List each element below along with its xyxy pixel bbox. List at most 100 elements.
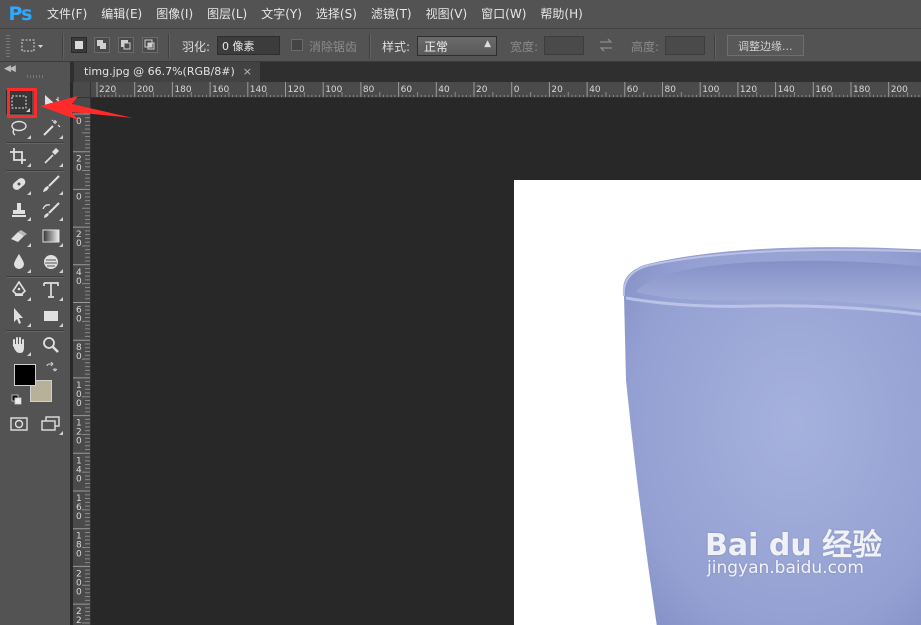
- ruler-label: 100: [702, 85, 719, 95]
- quick-mask-icon: [10, 417, 28, 431]
- hand-tool[interactable]: [6, 333, 32, 357]
- ruler-label: 60: [401, 85, 413, 95]
- height-input[interactable]: [665, 36, 705, 55]
- ruler-label: 2: [76, 616, 82, 625]
- crop-tool[interactable]: [6, 144, 32, 168]
- brush-tool[interactable]: [38, 172, 64, 196]
- options-separator: [168, 34, 170, 58]
- screen-mode-button[interactable]: [38, 412, 64, 436]
- ruler-label: 200: [891, 85, 908, 95]
- rectangle-shape-tool[interactable]: [38, 304, 64, 328]
- options-bar-grip[interactable]: [6, 35, 10, 57]
- ruler-label: 220: [99, 85, 116, 95]
- hand-icon: [12, 337, 24, 353]
- intersect-selection-button[interactable]: [142, 37, 158, 53]
- ruler-label: 80: [363, 85, 375, 95]
- ruler-label: 180: [174, 85, 191, 95]
- eyedropper-tool[interactable]: [38, 144, 64, 168]
- ruler-origin[interactable]: [73, 82, 91, 98]
- menu-layer[interactable]: 图层(L): [200, 0, 254, 28]
- lasso-icon: [11, 120, 27, 136]
- move-tool[interactable]: [38, 90, 64, 114]
- feather-input[interactable]: [217, 36, 280, 55]
- blur-icon: [14, 254, 24, 269]
- zoom-tool[interactable]: [38, 333, 64, 357]
- ruler-label: 40: [589, 85, 601, 95]
- document-tab-title: timg.jpg @ 66.7%(RGB/8#): [84, 65, 235, 78]
- ruler-label: 0: [76, 192, 82, 202]
- options-separator: [714, 34, 716, 58]
- tool-highlight-box: [7, 88, 37, 118]
- watermark-url: jingyan.baidu.com: [707, 558, 864, 578]
- ruler-label: 160: [212, 85, 229, 95]
- rectangle-shape-icon: [44, 311, 58, 321]
- ruler-label: 80: [665, 85, 677, 95]
- clone-stamp-tool[interactable]: [6, 198, 32, 222]
- ruler-label: 100: [325, 85, 342, 95]
- menu-view[interactable]: 视图(V): [419, 0, 475, 28]
- chevron-updown-icon: ▲︎: [484, 39, 491, 49]
- ruler-label: 0: [76, 277, 82, 287]
- type-tool[interactable]: [38, 278, 64, 302]
- horizontal-ruler[interactable]: 220 200 180 160 140 120 100 80 60 40 20 0 20 40 60 80 10…: [91, 82, 921, 98]
- menu-bar: Ps 文件(F) 编辑(E) 图像(I) 图层(L) 文字(Y) 选择(S) 滤…: [0, 0, 921, 28]
- menu-window[interactable]: 窗口(W): [474, 0, 533, 28]
- ruler-label: 60: [627, 85, 639, 95]
- foreground-color-swatch[interactable]: [14, 364, 36, 386]
- ruler-label: 20: [551, 85, 563, 95]
- menu-help[interactable]: 帮助(H): [533, 0, 589, 28]
- lasso-tool[interactable]: [6, 116, 32, 140]
- style-select-value: 正常: [424, 40, 449, 54]
- path-selection-tool[interactable]: [6, 304, 32, 328]
- ruler-label: 140: [250, 85, 267, 95]
- ruler-label: 0: [76, 352, 82, 362]
- ruler-label: 160: [815, 85, 832, 95]
- eyedropper-icon: [44, 148, 59, 164]
- gradient-tool[interactable]: [38, 224, 64, 248]
- ruler-label: 0: [76, 399, 82, 409]
- swap-width-height-icon[interactable]: [598, 38, 614, 55]
- default-colors-icon[interactable]: [11, 394, 23, 409]
- document-tab[interactable]: timg.jpg @ 66.7%(RGB/8#) ×: [74, 62, 260, 82]
- pen-tool[interactable]: [6, 278, 32, 302]
- new-selection-mode-button[interactable]: [71, 37, 87, 53]
- path-selection-icon: [14, 308, 23, 324]
- ruler-label: 0: [76, 164, 82, 174]
- spot-healing-tool[interactable]: [6, 172, 32, 196]
- zoom-icon: [43, 337, 59, 353]
- tool-group-separator: [6, 330, 64, 332]
- eraser-tool[interactable]: [6, 224, 32, 248]
- add-to-selection-button[interactable]: [94, 37, 110, 53]
- menu-file[interactable]: 文件(F): [40, 0, 94, 28]
- height-label: 高度:: [631, 40, 660, 54]
- ruler-label: 180: [853, 85, 870, 95]
- width-input[interactable]: [544, 36, 584, 55]
- magic-wand-icon: [43, 119, 61, 136]
- style-select[interactable]: 正常 ▲︎: [417, 36, 497, 56]
- ruler-label: 0: [76, 587, 82, 597]
- close-icon[interactable]: ×: [243, 65, 252, 78]
- subtract-from-selection-button[interactable]: [118, 37, 134, 53]
- width-label: 宽度:: [510, 40, 539, 54]
- menu-edit[interactable]: 编辑(E): [94, 0, 149, 28]
- swap-colors-icon[interactable]: [45, 361, 58, 377]
- tool-preset-picker[interactable]: [18, 35, 58, 57]
- menu-select[interactable]: 选择(S): [309, 0, 364, 28]
- marquee-preset-icon: [21, 39, 43, 52]
- menu-filter[interactable]: 滤镜(T): [364, 0, 419, 28]
- history-brush-tool[interactable]: [38, 198, 64, 222]
- ruler-label: 0: [514, 85, 520, 95]
- antialias-checkbox[interactable]: [291, 39, 303, 51]
- photoshop-logo: Ps: [8, 3, 33, 25]
- dodge-tool[interactable]: [38, 250, 64, 274]
- vertical-ruler[interactable]: 020020406080100120140160180200220: [73, 98, 91, 625]
- menu-type[interactable]: 文字(Y): [254, 0, 309, 28]
- menu-image[interactable]: 图像(I): [149, 0, 200, 28]
- quick-mask-button[interactable]: [6, 412, 32, 436]
- document-tab-bar: timg.jpg @ 66.7%(RGB/8#) ×: [70, 62, 921, 82]
- refine-edge-button[interactable]: 调整边缘...: [727, 35, 804, 56]
- collapse-panel-icon[interactable]: ◀◀: [4, 64, 16, 74]
- blur-tool[interactable]: [6, 250, 32, 274]
- tools-panel-grip[interactable]: [27, 75, 45, 78]
- magic-wand-tool[interactable]: [38, 116, 64, 140]
